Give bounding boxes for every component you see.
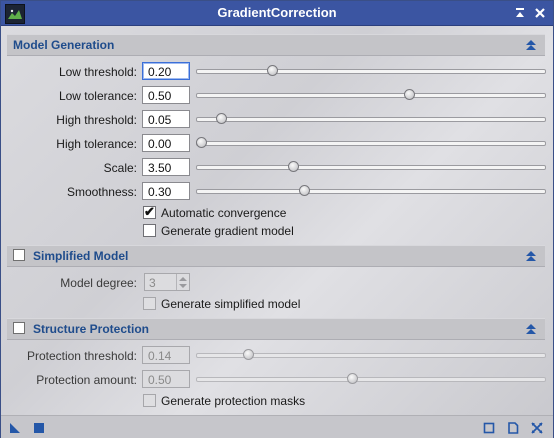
param-label: Scale: bbox=[103, 161, 137, 175]
slider-track[interactable] bbox=[196, 117, 546, 122]
slider-track[interactable] bbox=[196, 141, 546, 146]
slider-handle[interactable] bbox=[267, 65, 278, 76]
param-slider[interactable] bbox=[196, 88, 546, 102]
slider-track[interactable] bbox=[196, 189, 546, 194]
param-label: High threshold: bbox=[56, 113, 137, 127]
param-value-input[interactable]: 0.50 bbox=[142, 86, 190, 104]
automatic-convergence-label: Automatic convergence bbox=[161, 206, 287, 220]
section-title: Model Generation bbox=[13, 38, 115, 52]
generate-gradient-model-label: Generate gradient model bbox=[161, 224, 294, 238]
slider-handle[interactable] bbox=[347, 373, 358, 384]
slider-handle[interactable] bbox=[243, 349, 254, 360]
automatic-convergence-checkbox[interactable]: ✔ bbox=[143, 204, 156, 219]
param-slider[interactable] bbox=[196, 348, 546, 362]
param-label: Protection threshold: bbox=[26, 349, 137, 363]
model-degree-label: Model degree: bbox=[60, 276, 137, 290]
param-slider[interactable] bbox=[196, 372, 546, 386]
slider-track[interactable] bbox=[196, 377, 546, 382]
param-slider[interactable] bbox=[196, 160, 546, 174]
param-value-input[interactable]: 0.20 bbox=[142, 62, 190, 80]
process-footer bbox=[1, 415, 553, 438]
section-header-simplified-model[interactable]: Simplified Model bbox=[7, 245, 545, 267]
checkmark-icon: ✔ bbox=[144, 204, 155, 219]
slider-handle[interactable] bbox=[404, 89, 415, 100]
gradient-correction-window: GradientCorrection Model Generation Low … bbox=[0, 0, 554, 438]
generate-protection-masks-checkbox[interactable] bbox=[143, 394, 156, 407]
title-bar[interactable]: GradientCorrection bbox=[1, 1, 553, 26]
section-header-model-generation[interactable]: Model Generation bbox=[7, 34, 545, 56]
collapse-section-icon[interactable] bbox=[525, 323, 537, 335]
param-label: Low threshold: bbox=[58, 65, 137, 79]
collapse-section-icon[interactable] bbox=[525, 39, 537, 51]
param-value-input[interactable]: 3.50 bbox=[142, 158, 190, 176]
param-slider[interactable] bbox=[196, 64, 546, 78]
param-label: Protection amount: bbox=[36, 373, 137, 387]
slider-track[interactable] bbox=[196, 69, 546, 74]
spin-up-icon[interactable] bbox=[179, 277, 187, 281]
window-title: GradientCorrection bbox=[217, 5, 337, 20]
generate-simplified-model-label: Generate simplified model bbox=[161, 297, 301, 311]
param-slider[interactable] bbox=[196, 112, 546, 126]
param-label: Low tolerance: bbox=[58, 89, 137, 103]
model-degree-value: 3 bbox=[149, 276, 156, 290]
collapse-section-icon[interactable] bbox=[525, 250, 537, 262]
param-label: High tolerance: bbox=[56, 137, 137, 151]
apply-icon[interactable] bbox=[33, 422, 45, 434]
slider-handle[interactable] bbox=[216, 113, 227, 124]
param-value-input[interactable]: 0.30 bbox=[142, 182, 190, 200]
section-header-structure-protection[interactable]: Structure Protection bbox=[7, 318, 545, 340]
simplified-model-enable-checkbox[interactable] bbox=[13, 249, 25, 261]
shade-window-icon[interactable] bbox=[513, 6, 527, 20]
slider-handle[interactable] bbox=[196, 137, 207, 148]
slider-handle[interactable] bbox=[299, 185, 310, 196]
new-instance-icon[interactable] bbox=[9, 422, 21, 434]
param-value-input[interactable]: 0.00 bbox=[142, 134, 190, 152]
param-value-input[interactable]: 0.14 bbox=[142, 346, 190, 364]
spin-down-icon[interactable] bbox=[179, 284, 187, 288]
generate-gradient-model-checkbox[interactable] bbox=[143, 224, 156, 237]
generate-simplified-model-checkbox[interactable] bbox=[143, 297, 156, 310]
slider-track[interactable] bbox=[196, 93, 546, 98]
generate-protection-masks-label: Generate protection masks bbox=[161, 394, 306, 408]
reset-icon[interactable] bbox=[531, 422, 543, 434]
close-window-icon[interactable] bbox=[533, 6, 547, 20]
model-degree-spinbox[interactable]: 3 bbox=[144, 273, 190, 291]
preferences-icon[interactable] bbox=[507, 422, 519, 434]
section-title: Structure Protection bbox=[33, 322, 150, 336]
slider-track[interactable] bbox=[196, 165, 546, 170]
spin-arrows[interactable] bbox=[176, 274, 189, 290]
param-value-input[interactable]: 0.05 bbox=[142, 110, 190, 128]
param-slider[interactable] bbox=[196, 184, 546, 198]
section-title: Simplified Model bbox=[33, 249, 129, 263]
param-label: Smoothness: bbox=[66, 185, 137, 199]
slider-handle[interactable] bbox=[288, 161, 299, 172]
structure-protection-enable-checkbox[interactable] bbox=[13, 322, 25, 334]
param-slider[interactable] bbox=[196, 136, 546, 150]
param-value-input[interactable]: 0.50 bbox=[142, 370, 190, 388]
browse-documentation-icon[interactable] bbox=[483, 422, 495, 434]
